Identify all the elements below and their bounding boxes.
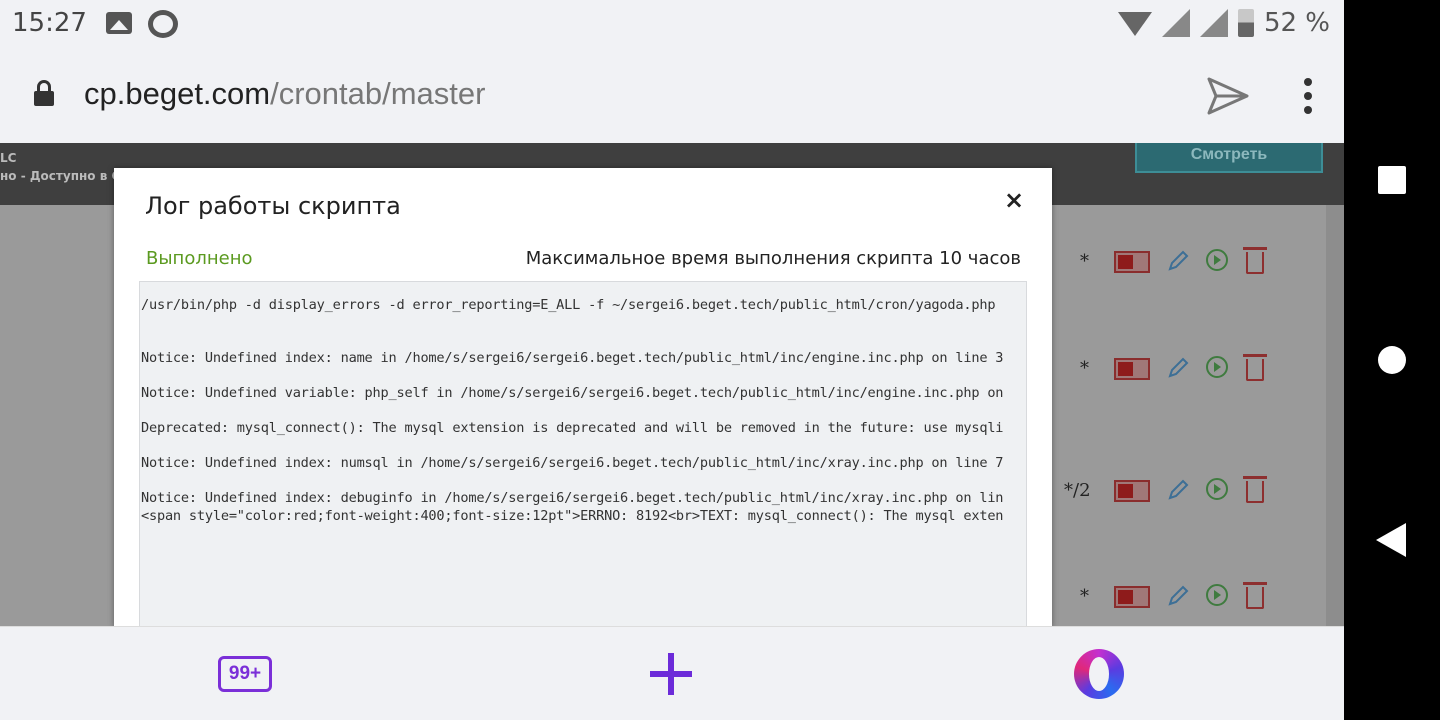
pencil-icon[interactable]	[1166, 478, 1190, 502]
toggle-switch[interactable]	[1114, 586, 1150, 608]
new-tab-button[interactable]	[650, 653, 692, 695]
pencil-icon[interactable]	[1166, 356, 1190, 380]
tabs-button[interactable]: 99+	[218, 656, 272, 692]
opera-menu-icon[interactable]	[1074, 649, 1124, 699]
log-line: /usr/bin/php -d display_errors -d error_…	[141, 297, 996, 313]
chat-icon	[148, 10, 178, 38]
send-icon[interactable]	[1206, 76, 1250, 116]
page-scroll-strip	[1326, 205, 1344, 626]
battery-percent: 52 %	[1263, 8, 1330, 38]
recents-icon[interactable]	[1378, 166, 1406, 194]
log-line: Deprecated: mysql_connect(): The mysql e…	[141, 420, 1004, 436]
view-button[interactable]: Смотреть	[1135, 143, 1323, 173]
status-right-group: 52 %	[1117, 8, 1330, 38]
bottom-toolbar: 99+	[0, 626, 1344, 720]
modal-title: Лог работы скрипта	[145, 192, 401, 220]
trash-icon[interactable]	[1243, 354, 1267, 381]
header-subtext: но - Доступно в G	[0, 169, 122, 183]
log-line: Notice: Undefined index: debuginfo in /h…	[141, 490, 1004, 506]
play-icon[interactable]	[1206, 249, 1228, 271]
play-icon[interactable]	[1206, 584, 1228, 606]
log-line: Notice: Undefined index: name in /home/s…	[141, 350, 1004, 366]
header-text: LC	[0, 151, 17, 165]
image-icon	[106, 12, 132, 34]
menu-icon[interactable]	[1298, 78, 1318, 118]
signal-icon	[1161, 9, 1190, 37]
lock-icon[interactable]	[34, 80, 54, 106]
signal-icon	[1199, 9, 1228, 37]
cron-schedule: *	[1080, 586, 1089, 607]
status-label: Выполнено	[146, 248, 253, 269]
script-log-modal: Лог работы скрипта × Выполнено Максималь…	[114, 168, 1052, 628]
status-bar: 15:27 52 %	[0, 0, 1344, 50]
url-host: cp.beget.com	[84, 76, 271, 111]
wifi-icon	[1117, 10, 1152, 36]
max-time-label: Максимальное время выполнения скрипта 10…	[525, 248, 1021, 269]
log-line: Notice: Undefined variable: php_self in …	[141, 385, 1004, 401]
address-bar[interactable]: cp.beget.com/crontab/master	[0, 52, 1344, 142]
system-nav-bar	[1344, 0, 1440, 720]
back-icon[interactable]	[1376, 523, 1406, 557]
cron-row: */2	[1060, 476, 1280, 506]
home-icon[interactable]	[1378, 346, 1406, 374]
log-line: Notice: Undefined index: numsql in /home…	[141, 455, 1004, 471]
cron-schedule: */2	[1064, 480, 1091, 501]
toggle-switch[interactable]	[1114, 480, 1150, 502]
url-path: /crontab/master	[270, 76, 486, 111]
cron-schedule: *	[1080, 251, 1089, 272]
close-icon[interactable]: ×	[1004, 186, 1024, 214]
pencil-icon[interactable]	[1166, 584, 1190, 608]
trash-icon[interactable]	[1243, 247, 1267, 274]
status-time: 15:27	[12, 8, 87, 38]
pencil-icon[interactable]	[1166, 249, 1190, 273]
cron-row: *	[1060, 354, 1280, 384]
play-icon[interactable]	[1206, 356, 1228, 378]
phone-screen: 15:27 52 % cp.beget.com/crontab/master L…	[0, 0, 1344, 720]
cron-row: *	[1060, 247, 1280, 277]
toggle-switch[interactable]	[1114, 358, 1150, 380]
cron-schedule: *	[1080, 358, 1089, 379]
log-line: <span style="color:red;font-weight:400;f…	[141, 508, 1004, 524]
cron-row: *	[1060, 582, 1280, 612]
url-text[interactable]: cp.beget.com/crontab/master	[84, 76, 485, 112]
play-icon[interactable]	[1206, 478, 1228, 500]
log-output[interactable]: /usr/bin/php -d display_errors -d error_…	[139, 281, 1027, 628]
toggle-switch[interactable]	[1114, 251, 1150, 273]
trash-icon[interactable]	[1243, 582, 1267, 609]
trash-icon[interactable]	[1243, 476, 1267, 503]
battery-icon	[1237, 9, 1254, 37]
